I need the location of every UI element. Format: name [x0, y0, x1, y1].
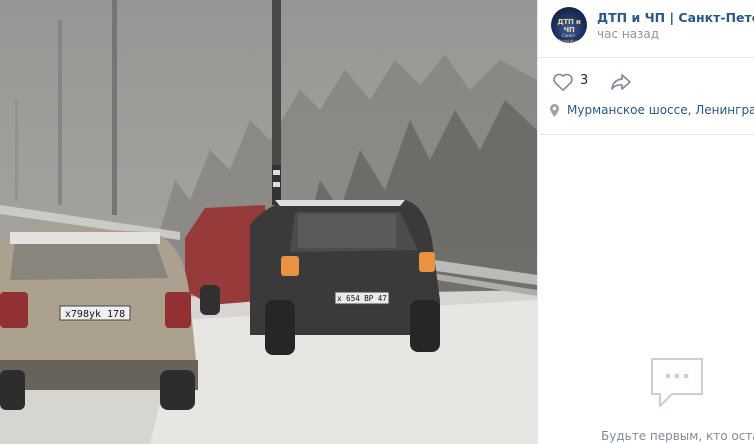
avatar-title: ДТП и ЧП — [557, 18, 581, 34]
like-button[interactable]: 3 — [552, 72, 602, 92]
group-avatar[interactable]: ДТП и ЧП Санкт-Петербург — [551, 7, 587, 43]
post-time[interactable]: час назад — [597, 27, 659, 41]
divider — [538, 57, 754, 58]
comment-icon — [651, 358, 703, 407]
location-pin-icon — [550, 104, 559, 117]
plate-silver-car: x798yk 178 — [65, 309, 125, 320]
heart-icon — [553, 73, 573, 91]
group-name-link[interactable]: ДТП и ЧП | Санкт-Петербург — [597, 10, 754, 25]
divider — [538, 134, 754, 135]
post-side-panel: ДТП и ЧП Санкт-Петербург ДТП и ЧП | Санк… — [537, 0, 754, 444]
share-button[interactable] — [610, 72, 632, 92]
location-text: Мурманское шоссе, Ленинградская область — [567, 103, 754, 117]
avatar-subtitle: Санкт-Петербург — [557, 34, 581, 43]
like-count: 3 — [580, 73, 589, 88]
photo-scene: x798yk 178 x 654 BP 47 — [0, 0, 537, 444]
plate-dark-car: x 654 BP 47 — [337, 294, 387, 303]
post-photo[interactable]: x798yk 178 x 654 BP 47 — [0, 0, 537, 444]
share-icon — [611, 74, 631, 90]
no-comments-text: Будьте первым, кто оставит комментарий — [601, 429, 754, 443]
